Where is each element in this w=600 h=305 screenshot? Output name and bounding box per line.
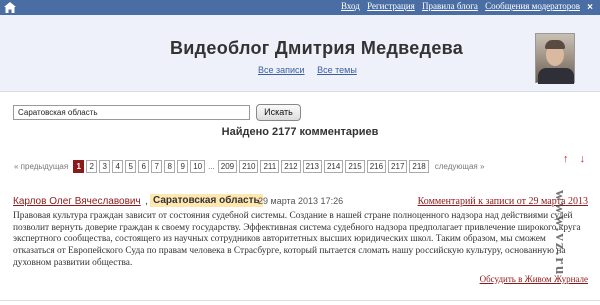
comment-author-link[interactable]: Карлов Олег Вячеславович (13, 196, 141, 207)
page-link[interactable]: 10 (190, 160, 206, 173)
prev-page-label: « предыдущая (14, 162, 69, 171)
page-link[interactable]: 217 (388, 160, 408, 173)
pagination: « предыдущая 1 2 3 4 5 6 7 8 9 10 ... 20… (14, 160, 484, 173)
comment-region-badge: Саратовская область (150, 194, 263, 207)
header-nav: Все записи Все темы (258, 65, 367, 75)
scroll-arrows: ↑ ↓ (563, 153, 593, 165)
page-link[interactable]: 7 (151, 160, 163, 173)
arrow-down-icon[interactable]: ↓ (580, 153, 586, 165)
search-input[interactable] (13, 105, 250, 120)
page-link[interactable]: 214 (323, 160, 344, 173)
avatar-suit (538, 68, 574, 84)
rules-link[interactable]: Правила блога (422, 1, 478, 11)
page-link[interactable]: 4 (112, 160, 124, 173)
page-link[interactable]: 213 (302, 160, 322, 173)
login-link[interactable]: Вход (341, 1, 360, 11)
pager-ellipsis: ... (208, 162, 215, 171)
page-link[interactable]: 1 (73, 160, 85, 173)
page-link[interactable]: 3 (99, 160, 111, 173)
site-title: Видеоблог Дмитрия Медведева (170, 38, 464, 58)
all-topics-link[interactable]: Все темы (317, 65, 357, 75)
avatar-hair (545, 40, 565, 49)
comment-date: 29 марта 2013 17:26 (258, 196, 344, 206)
watermark: www.vz.ru (552, 190, 568, 277)
page-link[interactable]: 209 (217, 160, 238, 173)
comment-separator: , (145, 196, 148, 207)
avatar (535, 33, 575, 84)
page-link[interactable]: 5 (125, 160, 137, 173)
next-page-link[interactable]: следующая » (435, 162, 485, 171)
page-link[interactable]: 211 (260, 160, 280, 173)
arrow-up-icon[interactable]: ↑ (563, 153, 569, 165)
top-bar: Вход Регистрация Правила блога Сообщения… (0, 0, 600, 15)
all-posts-link[interactable]: Все записи (258, 65, 305, 75)
top-links: Вход Регистрация Правила блога Сообщения… (336, 1, 580, 11)
results-count: Найдено 2177 комментариев (221, 126, 379, 138)
comment-text: Правовая культура граждан зависит от сос… (13, 211, 581, 268)
close-icon[interactable]: × (587, 2, 593, 13)
page-link[interactable]: 6 (138, 160, 150, 173)
home-icon[interactable] (4, 2, 16, 13)
divider (0, 300, 600, 301)
site-header: Видеоблог Дмитрия Медведева Все записи В… (0, 15, 600, 92)
search-button[interactable]: Искать (256, 104, 301, 121)
page-link[interactable]: 212 (281, 160, 301, 173)
page-link[interactable]: 2 (86, 160, 98, 173)
moderator-messages-link[interactable]: Сообщения модераторов (485, 1, 580, 11)
page-link[interactable]: 9 (177, 160, 189, 173)
discuss-livejournal-link[interactable]: Обсудить в Живом Журнале (480, 274, 588, 284)
register-link[interactable]: Регистрация (367, 1, 415, 11)
page-link[interactable]: 210 (239, 160, 259, 173)
page-link[interactable]: 215 (345, 160, 365, 173)
page-link[interactable]: 216 (366, 160, 387, 173)
page-link[interactable]: 218 (409, 160, 429, 173)
page-link[interactable]: 8 (164, 160, 176, 173)
